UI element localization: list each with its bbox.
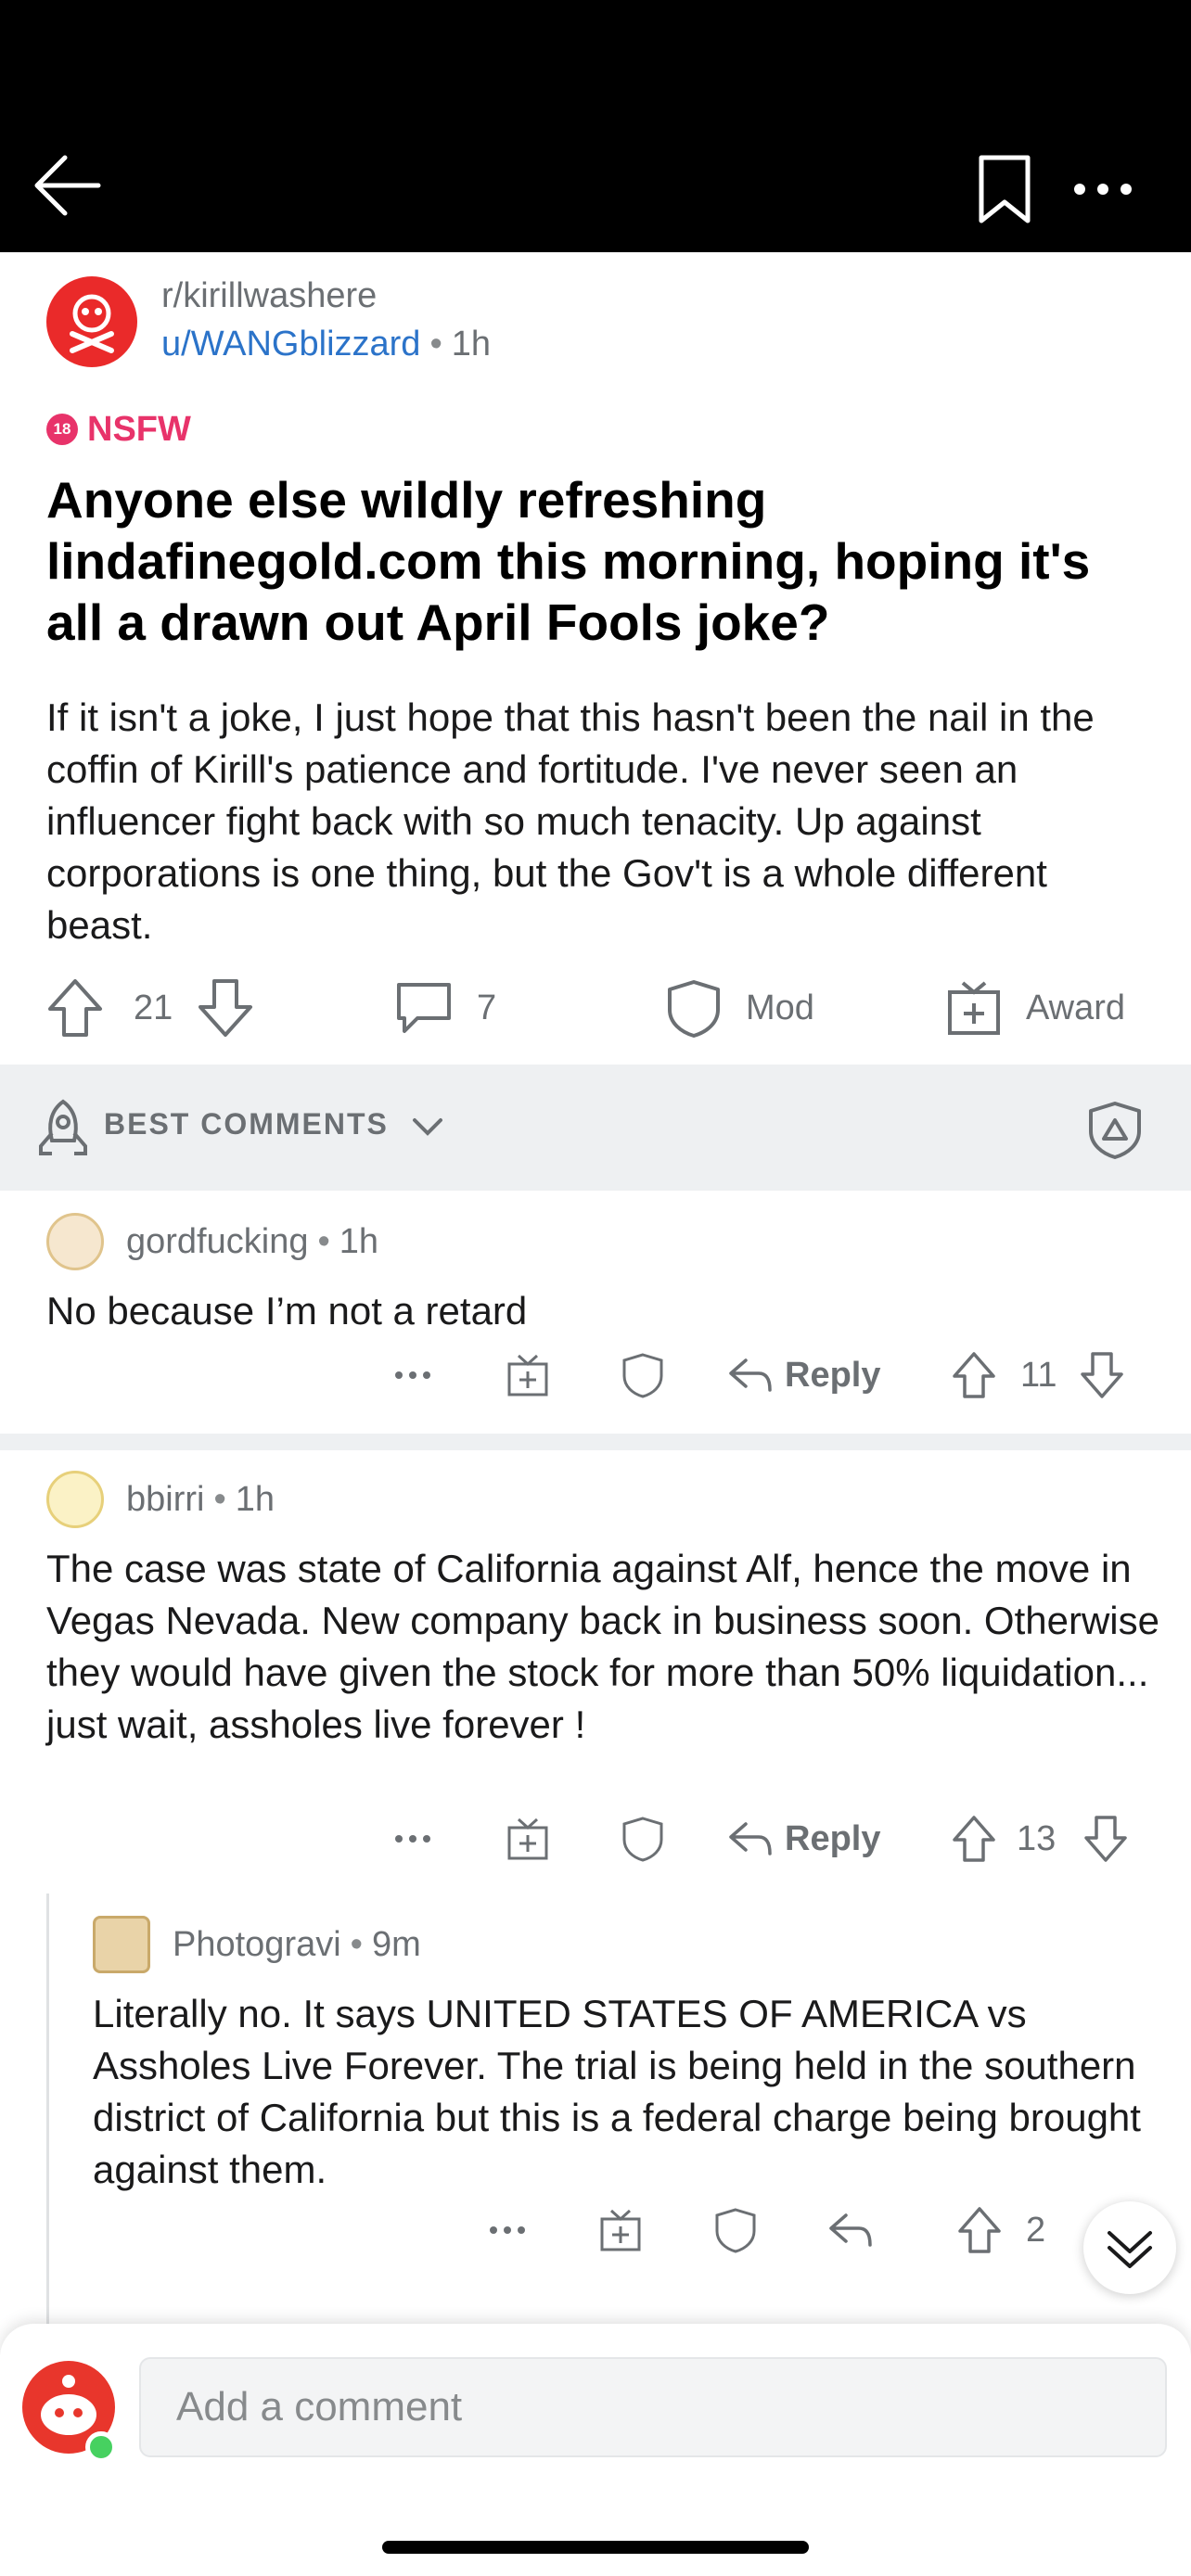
separator-dot: • [213, 1479, 226, 1519]
shield-icon[interactable] [621, 1343, 664, 1408]
mod-label: Mod [746, 988, 814, 1027]
reply-arrow-icon [729, 1358, 772, 1392]
separator-dot: • [317, 1221, 330, 1261]
user-avatar[interactable] [93, 1916, 150, 1973]
shield-icon [668, 980, 720, 1038]
online-status-indicator [85, 2431, 117, 2463]
gift-award-icon[interactable] [506, 1806, 549, 1871]
comment-body: No because I’m not a retard [46, 1289, 528, 1333]
reply-label: Reply [785, 1818, 881, 1858]
more-options-icon[interactable] [488, 2198, 527, 2263]
upvote-arrow-icon[interactable] [952, 1806, 996, 1871]
comment-bubble-icon [397, 983, 451, 1033]
reply-button[interactable]: Reply [727, 1806, 880, 1871]
more-options-icon[interactable] [1070, 178, 1135, 200]
post-age: 1h [451, 325, 492, 363]
gift-award-icon [948, 981, 1000, 1035]
comment-divider [0, 1434, 1191, 1450]
post-comment-count: 7 [477, 988, 497, 1027]
post-downvote-button[interactable] [197, 964, 254, 1052]
post-upvote-button[interactable] [46, 964, 104, 1052]
comment-actions: Reply 13 [0, 1806, 1191, 1871]
comment-header: gordfucking • 1h [46, 1209, 378, 1274]
comment-username[interactable]: gordfucking [126, 1222, 308, 1262]
comment-header: bbirri • 1h [46, 1467, 275, 1532]
double-chevron-down-icon [1108, 2231, 1152, 2268]
downvote-arrow-icon[interactable] [1083, 1806, 1128, 1871]
award-button[interactable]: Award [946, 964, 1125, 1052]
shield-icon[interactable] [714, 2198, 757, 2263]
nsfw-18-icon: 18 [46, 414, 78, 445]
nsfw-tag: 18 NSFW [46, 408, 191, 451]
reply-arrow-icon[interactable] [827, 2198, 874, 2263]
downvote-arrow-icon[interactable] [197, 977, 254, 1039]
reply-arrow-icon [729, 1822, 772, 1855]
comment-age: 9m [371, 1924, 421, 1964]
downvote-arrow-icon[interactable] [1080, 1343, 1124, 1408]
comment-composer: Add a comment [0, 2324, 1191, 2576]
post-header: r/kirillwashere u/WANGblizzard • 1h [46, 276, 1141, 369]
shield-icon[interactable] [621, 1806, 664, 1871]
comment-body: The case was state of California against… [46, 1547, 1159, 1746]
scroll-down-button[interactable] [1083, 2201, 1176, 2294]
post-body: If it isn't a joke, I just hope that thi… [46, 695, 1095, 947]
award-label: Award [1026, 988, 1126, 1027]
comment-age: 1h [235, 1479, 275, 1519]
gift-award-icon[interactable] [506, 1343, 549, 1408]
comment-username[interactable]: bbirri [126, 1480, 204, 1520]
nsfw-label: NSFW [87, 409, 191, 449]
comment-vote-count: 11 [1020, 1355, 1057, 1395]
user-avatar[interactable] [46, 1471, 104, 1528]
user-avatar[interactable] [46, 1213, 104, 1270]
comment-sort-bar: BEST COMMENTS [0, 1065, 1191, 1191]
chevron-down-icon [412, 1117, 442, 1136]
more-options-icon[interactable] [393, 1343, 432, 1408]
comment-username[interactable]: Photogravi [173, 1925, 341, 1965]
upvote-arrow-icon[interactable] [957, 2198, 1002, 2263]
author-link[interactable]: u/WANGblizzard [161, 325, 420, 363]
back-arrow-icon[interactable] [32, 148, 106, 223]
post-actions: 21 7 Mod Award [0, 964, 1191, 1052]
add-comment-input[interactable]: Add a comment [139, 2357, 1167, 2457]
sort-label: BEST COMMENTS [104, 1107, 389, 1141]
separator-dot: • [429, 325, 442, 363]
sort-dropdown[interactable]: BEST COMMENTS [104, 1107, 443, 1141]
comment-card: bbirri • 1h The case was state of Califo… [0, 1463, 1191, 1890]
comment-vote-count: 13 [1017, 1818, 1057, 1858]
post-vote-count: 21 [134, 988, 173, 1027]
subreddit-name[interactable]: r/kirillwashere [161, 276, 377, 316]
gift-award-icon[interactable] [599, 2198, 642, 2263]
comment-body: Literally no. It says UNITED STATES OF A… [93, 1992, 1141, 2191]
reply-label: Reply [785, 1355, 881, 1395]
comment-vote-count: 2 [1026, 2210, 1046, 2250]
upvote-arrow-icon[interactable] [46, 977, 104, 1039]
comment-header: Photogravi • 9m [93, 1912, 421, 1977]
bookmark-icon[interactable] [976, 154, 1033, 224]
home-indicator[interactable] [382, 2541, 809, 2554]
rocket-icon [39, 1099, 87, 1155]
author-line: u/WANGblizzard • 1h [161, 325, 491, 364]
reply-button[interactable]: Reply [727, 1343, 880, 1408]
top-bar [0, 0, 1191, 252]
comment-age: 1h [339, 1221, 379, 1261]
mod-button[interactable]: Mod [666, 964, 814, 1052]
separator-dot: • [350, 1924, 363, 1964]
comment-card: gordfucking • 1h No because I’m not a re… [0, 1205, 1191, 1428]
post-comments-button[interactable]: 7 [395, 964, 496, 1052]
comment-actions: Reply 11 [0, 1343, 1191, 1408]
more-options-icon[interactable] [393, 1806, 432, 1871]
post-title: Anyone else wildly refreshing lindafineg… [46, 471, 1091, 651]
comment-actions: 2 [0, 2198, 1191, 2263]
upvote-arrow-icon[interactable] [952, 1343, 996, 1408]
subreddit-avatar[interactable] [46, 276, 137, 367]
comment-card: Photogravi • 9m Literally no. It says UN… [0, 1908, 1191, 2316]
mod-shield-icon[interactable] [1087, 1100, 1143, 1159]
